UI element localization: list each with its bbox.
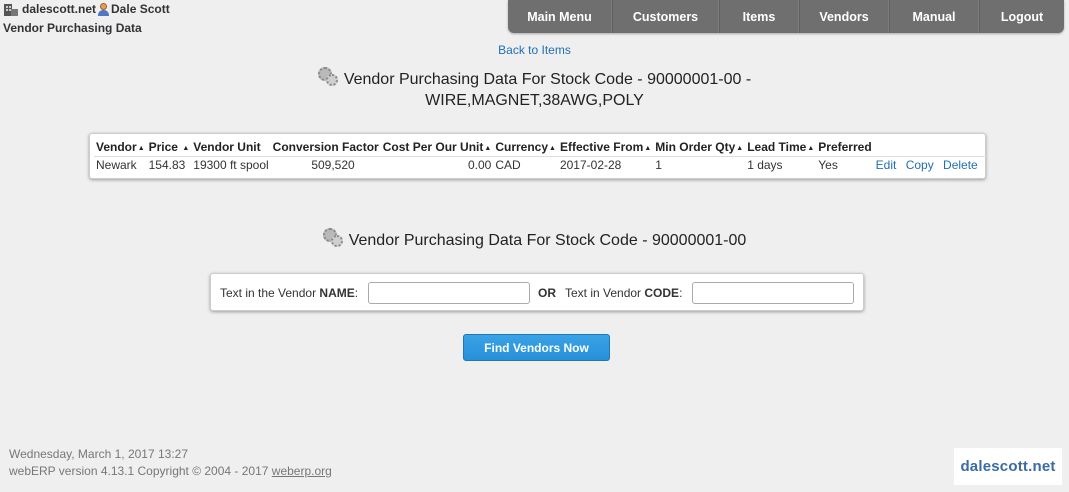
sort-icon: ▲ <box>736 145 744 153</box>
vendor-name-label: Text in the Vendor NAME: <box>220 286 359 300</box>
vendor-name-input[interactable] <box>368 282 530 304</box>
cell-effective-from: 2017-02-28 <box>559 157 622 172</box>
table-header-row: Vendor▲ Price ▲ Vendor Unit Conversion F… <box>94 139 986 157</box>
title-line2: WIRE,MAGNET,38AWG,POLY <box>425 92 644 109</box>
sort-icon: ▲ <box>549 145 556 153</box>
cell-price: 154.83 <box>148 157 186 172</box>
cell-actions: Edit Copy Delete <box>874 156 986 173</box>
table-row: Newark 154.83 19300 ft spool 509,520 0.0… <box>94 156 986 173</box>
dalescott-logo: dalescott.net <box>954 448 1062 485</box>
vendor-search-title: Vendor Purchasing Data For Stock Code - … <box>0 228 1069 251</box>
company-name[interactable]: dalescott.net <box>22 2 96 16</box>
title-line1: Vendor Purchasing Data For Stock Code - … <box>343 71 752 88</box>
page-name: Vendor Purchasing Data <box>3 21 142 35</box>
sort-icon: ▲ <box>644 145 652 153</box>
company-icon <box>3 2 19 16</box>
user-icon <box>98 2 110 16</box>
weberp-link[interactable]: weberp.org <box>272 464 332 478</box>
col-actions <box>873 139 986 157</box>
cell-min-order-qty: 1 <box>655 157 662 172</box>
cell-currency: CAD <box>495 157 521 172</box>
col-currency[interactable]: Currency▲ <box>493 139 558 157</box>
menu-logout[interactable]: Logout <box>979 0 1064 33</box>
delete-link[interactable]: Delete <box>943 158 978 172</box>
site-header: dalescott.net Dale Scott Vendor Purchasi… <box>3 1 170 35</box>
col-vendor[interactable]: Vendor▲ <box>94 139 147 157</box>
gear-icon <box>317 67 340 87</box>
find-vendors-button[interactable]: Find Vendors Now <box>463 334 610 361</box>
cell-vendor: Newark <box>96 157 137 172</box>
or-label: OR <box>538 286 556 300</box>
footer: Wednesday, March 1, 2017 13:27 webERP ve… <box>9 446 332 480</box>
page-title: Vendor Purchasing Data For Stock Code - … <box>0 67 1069 111</box>
cell-conversion-factor: 509,520 <box>311 157 355 172</box>
back-to-items-link[interactable]: Back to Items <box>498 43 571 57</box>
purchasing-data-panel: Vendor▲ Price ▲ Vendor Unit Conversion F… <box>89 133 986 179</box>
cell-lead-time: 1 days <box>747 157 783 172</box>
col-price[interactable]: Price ▲ <box>146 139 192 157</box>
cell-vendor-unit: 19300 ft spool <box>193 157 269 172</box>
copy-link[interactable]: Copy <box>906 158 934 172</box>
col-cost-per-unit[interactable]: Cost Per Our Unit▲ <box>380 139 494 157</box>
menu-customers[interactable]: Customers <box>612 0 719 33</box>
vendor-code-label: Text in Vendor CODE: <box>565 286 683 300</box>
edit-link[interactable]: Edit <box>876 158 897 172</box>
main-nav: Main Menu Customers Items Vendors Manual… <box>508 0 1064 33</box>
sort-icon: ▲ <box>137 145 145 153</box>
col-lead-time[interactable]: Lead Time▲ <box>745 139 817 157</box>
menu-vendors[interactable]: Vendors <box>799 0 889 33</box>
cell-preferred: Yes <box>818 157 838 172</box>
footer-datetime: Wednesday, March 1, 2017 13:27 <box>9 447 189 461</box>
purchasing-data-table: Vendor▲ Price ▲ Vendor Unit Conversion F… <box>94 139 986 173</box>
col-preferred: Preferred <box>816 139 874 157</box>
col-min-order-qty[interactable]: Min Order Qty▲ <box>653 139 746 157</box>
col-conversion-factor: Conversion Factor <box>270 139 381 157</box>
vendor-code-input[interactable] <box>692 282 854 304</box>
col-effective-from[interactable]: Effective From▲ <box>557 139 654 157</box>
col-vendor-unit: Vendor Unit <box>191 139 271 157</box>
sort-icon: ▲ <box>484 145 492 153</box>
menu-main-menu[interactable]: Main Menu <box>508 0 612 33</box>
back-link-row: Back to Items <box>0 43 1069 57</box>
vendor-search-panel: Text in the Vendor NAME: OR Text in Vend… <box>210 273 864 311</box>
cell-cost-per-unit: 0.00 <box>467 157 492 172</box>
sort-icon: ▲ <box>182 145 190 153</box>
menu-manual[interactable]: Manual <box>889 0 979 33</box>
gear-icon <box>322 228 345 248</box>
header-user-line: dalescott.net Dale Scott <box>3 1 170 17</box>
footer-version: webERP version 4.13.1 Copyright © 2004 -… <box>9 464 332 478</box>
user-name[interactable]: Dale Scott <box>111 2 170 16</box>
vendor-search-title-text: Vendor Purchasing Data For Stock Code - … <box>348 232 747 249</box>
sort-icon: ▲ <box>807 145 815 153</box>
menu-items[interactable]: Items <box>719 0 799 33</box>
